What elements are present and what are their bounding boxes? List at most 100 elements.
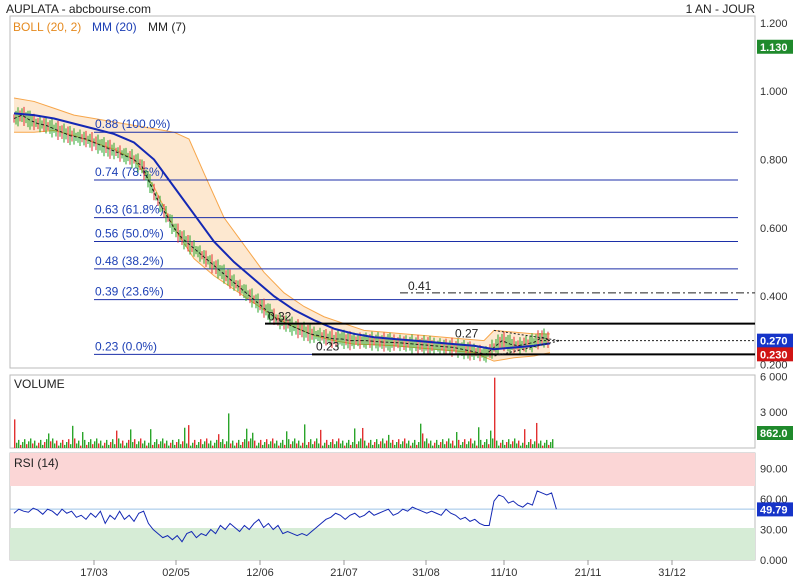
volume-bar	[194, 439, 196, 448]
volume-bar	[442, 439, 444, 448]
volume-bar	[448, 438, 450, 448]
volume-badge-label: 862.0	[760, 428, 788, 440]
volume-bar	[344, 445, 346, 448]
volume-bar	[246, 428, 248, 448]
volume-bar	[506, 442, 508, 448]
volume-bar	[502, 439, 504, 448]
rsi-title: RSI (14)	[14, 456, 59, 470]
fibo-level-label: 0.56 (50.0%)	[95, 227, 164, 241]
volume-bar	[214, 442, 216, 448]
volume-bar	[358, 441, 360, 448]
x-axis-tick: 02/05	[162, 567, 190, 579]
stock-chart: 0.88 (100.0%) 0.74 (78.6%) 0.63 (61.8%) 0.5…	[6, 2, 793, 579]
volume-bar	[332, 439, 334, 448]
volume-bar	[304, 424, 306, 448]
volume-bar	[238, 439, 240, 448]
volume-bar	[32, 443, 34, 448]
volume-bar	[312, 444, 314, 448]
volume-bar	[134, 439, 136, 448]
rsi-overbought-zone	[10, 453, 755, 486]
volume-bar	[192, 442, 194, 448]
volume-bar	[290, 444, 292, 448]
volume-bar	[346, 442, 348, 448]
volume-bar	[310, 439, 312, 448]
annotation-023: 0.23	[316, 339, 340, 353]
volume-bar	[548, 444, 550, 448]
volume-bar	[82, 432, 84, 448]
volume-bar	[336, 441, 338, 448]
volume-bar	[78, 440, 80, 448]
volume-panel-frame	[9, 374, 756, 449]
volume-bar	[318, 443, 320, 448]
volume-bar	[468, 441, 470, 448]
price-axis-tick: 0.600	[760, 223, 788, 235]
volume-bar	[132, 442, 134, 448]
volume-bar	[334, 444, 336, 448]
volume-bar	[450, 443, 452, 448]
volume-bar	[152, 444, 154, 448]
volume-bar	[222, 439, 224, 448]
volume-bar	[72, 425, 74, 448]
volume-bar	[410, 445, 412, 448]
volume-bar	[306, 444, 308, 448]
volume-bar	[524, 429, 526, 448]
volume-bar	[392, 439, 394, 448]
volume-bar	[320, 429, 322, 448]
volume-bar	[504, 444, 506, 448]
volume-bar	[264, 442, 266, 448]
price-axis-tick: 1.000	[760, 86, 788, 98]
annotation-032: 0.32	[268, 310, 292, 324]
volume-bar	[20, 444, 22, 448]
volume-bar	[484, 442, 486, 448]
volume-bar	[388, 434, 390, 448]
volume-bar	[472, 443, 474, 448]
volume-bar	[202, 444, 204, 448]
volume-bar	[400, 444, 402, 448]
volume-bar	[42, 444, 44, 448]
volume-bar	[190, 445, 192, 448]
volume-bar	[144, 440, 146, 448]
volume-bar	[520, 445, 522, 448]
volume-bar	[24, 439, 26, 448]
volume-bar	[164, 443, 166, 448]
volume-bar	[102, 445, 104, 448]
volume-bar	[126, 442, 128, 448]
volume-bar	[360, 438, 362, 448]
volume-bar	[50, 441, 52, 448]
volume-bar	[402, 441, 404, 448]
rsi-badge-label: 49.79	[760, 504, 788, 516]
volume-bar	[98, 443, 100, 448]
volume-bar	[68, 439, 70, 448]
volume-bar	[54, 443, 56, 448]
volume-bar	[118, 438, 120, 448]
volume-bar	[340, 443, 342, 448]
volume-bar	[146, 445, 148, 448]
volume-bar	[274, 443, 276, 448]
legend-mm20: MM (20)	[92, 20, 137, 34]
volume-bar	[530, 439, 532, 448]
volume-bar	[106, 439, 108, 448]
volume-bar	[412, 442, 414, 448]
rsi-axis-tick: 90.00	[760, 464, 788, 476]
volume-bar	[454, 445, 456, 448]
volume-bar	[108, 444, 110, 448]
volume-bar	[444, 444, 446, 448]
volume-bar	[424, 441, 426, 448]
volume-bar	[414, 439, 416, 448]
volume-bar	[162, 438, 164, 448]
volume-bar	[518, 440, 520, 448]
volume-bar	[478, 427, 480, 448]
volume-bar	[374, 442, 376, 448]
volume-bar	[262, 444, 264, 448]
volume-bar	[314, 441, 316, 448]
volume-bar	[404, 438, 406, 448]
volume-bar	[362, 427, 364, 448]
volume-bar	[426, 438, 428, 448]
volume-bar	[266, 439, 268, 448]
volume-bar	[204, 441, 206, 448]
volume-bar	[154, 442, 156, 448]
volume-bar	[104, 442, 106, 448]
volume-bar	[84, 439, 86, 448]
volume-bar	[278, 445, 280, 448]
volume-bar	[254, 440, 256, 448]
